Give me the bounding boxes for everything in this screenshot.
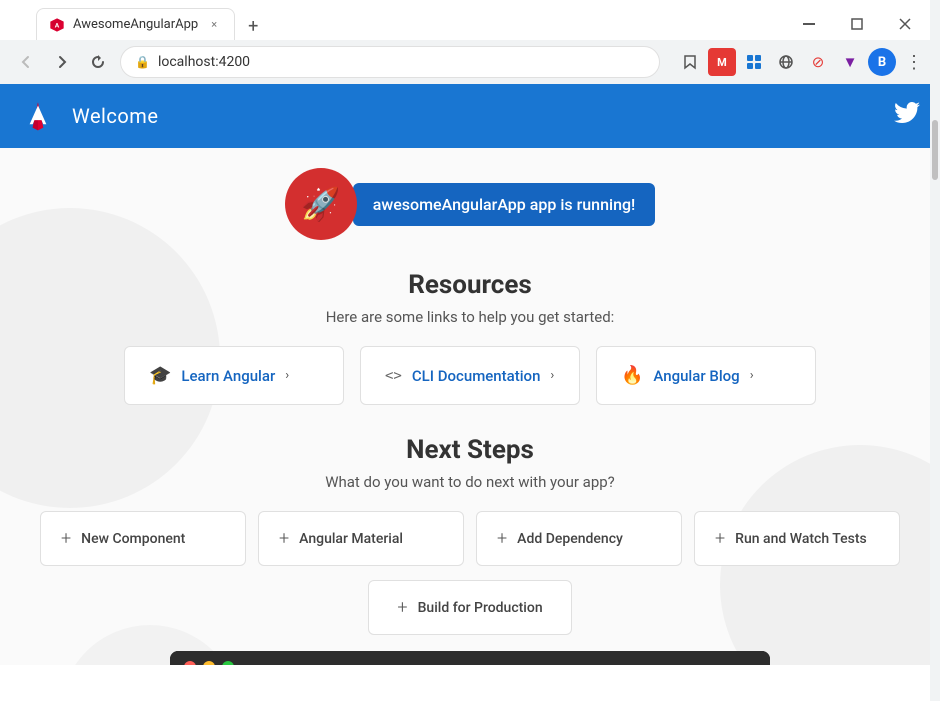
angular-material-card[interactable]: + Angular Material [258, 511, 464, 566]
toolbar-icons: M ⊘ ▼ B ⋮ [676, 48, 928, 76]
globe-icon[interactable] [772, 48, 800, 76]
angular-material-plus: + [279, 528, 289, 549]
learn-arrow: › [285, 368, 289, 383]
next-steps-section: Next Steps What do you want to do next w… [40, 435, 900, 635]
app-header-left: Welcome [20, 98, 158, 134]
new-tab-button[interactable]: + [239, 12, 267, 40]
resources-title: Resources [408, 270, 532, 300]
content-center: 🚀 awesomeAngularApp app is running! Reso… [0, 148, 940, 665]
twitter-icon [894, 102, 920, 130]
steps-grid: + New Component + Angular Material + Add… [40, 511, 900, 566]
bookmark-icon[interactable] [676, 48, 704, 76]
resources-grid: 🎓 Learn Angular › <> CLI Documentation ›… [40, 346, 900, 405]
terminal-minimize-dot [203, 661, 215, 665]
next-steps-title: Next Steps [406, 435, 534, 465]
address-bar: 🔒 localhost:4200 M ⊘ ▼ B ⋮ [0, 40, 940, 84]
terminal-header [170, 651, 770, 665]
new-component-plus: + [61, 528, 71, 549]
title-bar: A AwesomeAngularApp × + [0, 0, 940, 40]
new-component-label: New Component [81, 531, 185, 547]
build-plus: + [397, 597, 407, 618]
maximize-button[interactable] [834, 8, 880, 40]
forward-button[interactable] [48, 48, 76, 76]
run-watch-plus: + [715, 528, 725, 549]
learn-icon: 🎓 [149, 365, 171, 386]
tab-favicon: A [49, 17, 65, 33]
rocket-icon: 🚀 [301, 185, 341, 223]
angular-blog-link[interactable]: Angular Blog [653, 367, 739, 385]
tab-title: AwesomeAngularApp [73, 17, 198, 32]
terminal-maximize-dot [222, 661, 234, 665]
cli-docs-card[interactable]: <> CLI Documentation › [360, 346, 580, 405]
rocket-circle: 🚀 [285, 168, 357, 240]
user-avatar[interactable]: B [868, 48, 896, 76]
run-watch-label: Run and Watch Tests [735, 531, 867, 547]
rocket-banner: 🚀 awesomeAngularApp app is running! [285, 168, 656, 240]
window-controls-right [786, 8, 928, 40]
vpn-icon[interactable]: ▼ [836, 48, 864, 76]
add-dependency-label: Add Dependency [517, 531, 623, 547]
app-header: Welcome [0, 84, 940, 148]
new-component-card[interactable]: + New Component [40, 511, 246, 566]
url-bar[interactable]: 🔒 localhost:4200 [120, 46, 660, 78]
app-content: 🚀 awesomeAngularApp app is running! Reso… [0, 148, 940, 665]
cli-arrow: › [550, 368, 554, 383]
learn-angular-link[interactable]: Learn Angular [181, 367, 275, 385]
menu-button[interactable]: ⋮ [900, 48, 928, 76]
blog-arrow: › [750, 368, 754, 383]
refresh-button[interactable] [84, 48, 112, 76]
active-tab[interactable]: A AwesomeAngularApp × [36, 8, 235, 40]
angular-material-label: Angular Material [299, 531, 403, 547]
app-header-title: Welcome [72, 104, 158, 128]
cli-docs-link[interactable]: CLI Documentation [412, 367, 541, 385]
terminal-close-dot [184, 661, 196, 665]
add-dependency-card[interactable]: + Add Dependency [476, 511, 682, 566]
build-production-card[interactable]: + Build for Production [368, 580, 571, 635]
tab-close-button[interactable]: × [206, 17, 222, 33]
build-label: Build for Production [418, 600, 543, 616]
url-text: localhost:4200 [158, 54, 645, 70]
learn-angular-card[interactable]: 🎓 Learn Angular › [124, 346, 344, 405]
back-button[interactable] [12, 48, 40, 76]
browser-chrome: A AwesomeAngularApp × + [0, 0, 940, 84]
extensions-icon[interactable]: M [708, 48, 736, 76]
close-button[interactable] [882, 8, 928, 40]
run-watch-tests-card[interactable]: + Run and Watch Tests [694, 511, 900, 566]
svg-text:A: A [55, 21, 60, 29]
minimize-button[interactable] [786, 8, 832, 40]
angular-blog-card[interactable]: 🔥 Angular Blog › [596, 346, 816, 405]
adblock-icon[interactable]: ⊘ [804, 48, 832, 76]
add-dependency-plus: + [497, 528, 507, 549]
profile-icon[interactable] [740, 48, 768, 76]
app-container: Welcome 🚀 awesomeAngularApp app is runni… [0, 84, 940, 665]
banner-text: awesomeAngularApp app is running! [353, 183, 656, 226]
cli-icon: <> [385, 368, 402, 384]
blog-icon: 🔥 [621, 365, 643, 386]
resources-subtitle: Here are some links to help you get star… [326, 308, 615, 326]
terminal: ng generate component xyz [170, 651, 770, 665]
angular-logo [20, 98, 56, 134]
lock-icon: 🔒 [135, 55, 150, 69]
next-steps-subtitle: What do you want to do next with your ap… [325, 473, 615, 491]
